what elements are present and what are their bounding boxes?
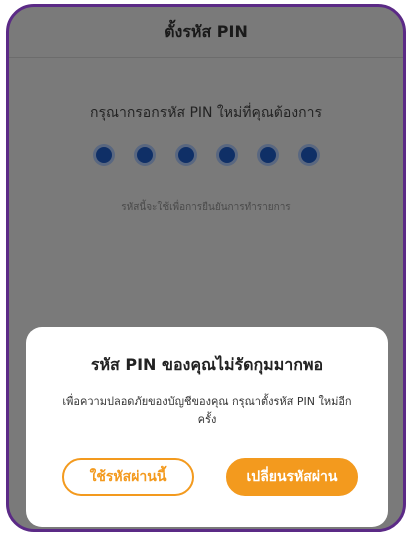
pin-dot [136, 147, 153, 163]
pin-dot [300, 147, 317, 163]
use-this-pin-button[interactable]: ใช้รหัสผ่านนี้ [62, 458, 194, 496]
pin-dots [9, 147, 403, 163]
pin-dot [218, 147, 235, 163]
header-divider [9, 57, 403, 58]
weak-pin-dialog: รหัส PIN ของคุณไม่รัดกุมมากพอ เพื่อความป… [26, 327, 388, 527]
pin-dot [259, 147, 276, 163]
change-pin-button[interactable]: เปลี่ยนรหัสผ่าน [226, 458, 358, 496]
pin-prompt: กรุณากรอกรหัส PIN ใหม่ที่คุณต้องการ [89, 105, 323, 121]
page-title: ตั้งรหัส PIN [164, 21, 248, 41]
pin-hint: รหัสนี้จะใช้เพื่อการยืนยันการทำรายการ [121, 202, 291, 213]
pin-dot [95, 147, 112, 163]
dialog-title: รหัส PIN ของคุณไม่รัดกุมมากพอ [90, 355, 324, 374]
phone-frame: ตั้งรหัส PIN กรุณากรอกรหัส PIN ใหม่ที่คุ… [6, 4, 406, 532]
pin-dot [177, 147, 194, 163]
dialog-message: เพื่อความปลอดภัยของบัญชีของคุณ กรุณาตั้ง… [62, 395, 352, 426]
header: ตั้งรหัส PIN [9, 7, 403, 57]
